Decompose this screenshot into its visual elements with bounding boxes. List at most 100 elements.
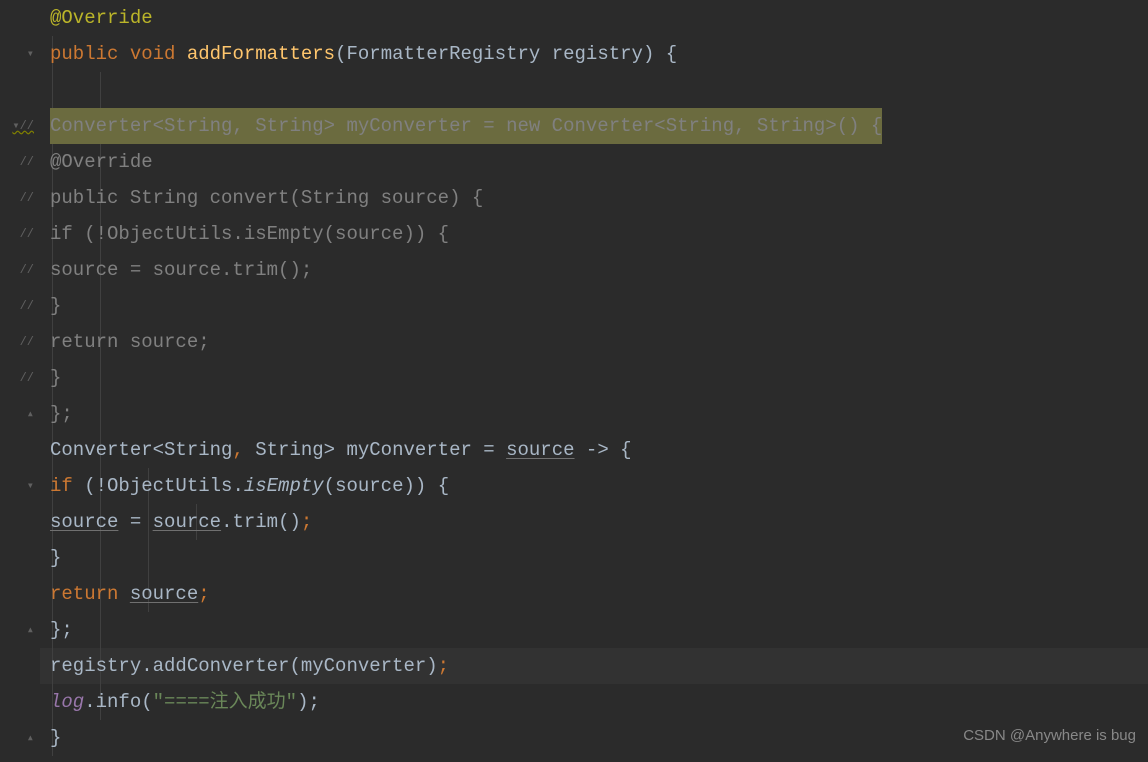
commented-code: @Override	[50, 144, 153, 180]
paren-close: );	[297, 684, 320, 720]
fold-icon[interactable]: ▴	[27, 612, 34, 648]
gutter-row: //	[0, 324, 34, 360]
brace-close: }	[50, 540, 61, 576]
comment-icon: //	[20, 360, 34, 396]
gutter-row	[0, 504, 34, 540]
keyword-public: public	[50, 36, 118, 72]
commented-code: public String convert(String source) {	[50, 180, 483, 216]
code-line[interactable]: };	[50, 396, 1148, 432]
code-line[interactable]: return source;	[50, 324, 1148, 360]
watermark: CSDN @Anywhere is bug	[963, 718, 1136, 754]
code-line[interactable]: public String convert(String source) {	[50, 180, 1148, 216]
condition-end: (source)) {	[324, 468, 449, 504]
code-line[interactable]: }	[50, 288, 1148, 324]
code-line[interactable]	[50, 72, 1148, 108]
gutter-row: //	[0, 360, 34, 396]
lambda-close: };	[50, 612, 73, 648]
comma: ,	[232, 432, 243, 468]
brace: {	[654, 36, 677, 72]
code-editor[interactable]: ▾ ▾// // // // // // // // ▴ ▾ ▴ ▴ @Over…	[0, 0, 1148, 762]
commented-code: }	[50, 288, 61, 324]
condition: (!ObjectUtils.	[73, 468, 244, 504]
gutter-row[interactable]: ▴	[0, 396, 34, 432]
fold-icon[interactable]: ▾	[27, 36, 34, 72]
keyword-void: void	[130, 36, 176, 72]
static-method: isEmpty	[244, 468, 324, 504]
code-line[interactable]: };	[50, 612, 1148, 648]
method-call: .trim()	[221, 504, 301, 540]
gutter-row: //	[0, 252, 34, 288]
code-line[interactable]: @Override	[50, 0, 1148, 36]
field-ref: log	[50, 684, 84, 720]
space	[118, 576, 129, 612]
paren: (	[335, 36, 346, 72]
commented-code: return source;	[50, 324, 210, 360]
string-literal: "====注入成功"	[153, 684, 297, 720]
commented-code: }	[50, 360, 61, 396]
variable-assign: source	[50, 504, 118, 540]
method-close: }	[50, 720, 61, 756]
gutter-row	[0, 72, 34, 108]
paren: )	[643, 36, 654, 72]
code-line[interactable]: Converter<String, String> myConverter = …	[50, 432, 1148, 468]
code-line[interactable]: if (!ObjectUtils.isEmpty(source)) {	[50, 216, 1148, 252]
gutter: ▾ ▾// // // // // // // // ▴ ▾ ▴ ▴	[0, 0, 40, 762]
code-line[interactable]: Converter<String, String> myConverter = …	[50, 108, 1148, 144]
gutter-row	[0, 0, 34, 36]
code-line[interactable]: if (!ObjectUtils.isEmpty(source)) {	[50, 468, 1148, 504]
gutter-row: //	[0, 180, 34, 216]
method-invocation: registry.addConverter(myConverter)	[50, 648, 438, 684]
code-line[interactable]: log.info("====注入成功");	[50, 684, 1148, 720]
gutter-row: //	[0, 144, 34, 180]
parameter-name: registry	[540, 36, 643, 72]
annotation: @Override	[50, 0, 153, 36]
type-declaration: Converter<String	[50, 432, 232, 468]
fold-icon[interactable]: ▴	[27, 720, 34, 756]
lambda-arrow: -> {	[575, 432, 632, 468]
gutter-row[interactable]: ▴	[0, 720, 34, 756]
comment-icon: //	[20, 180, 34, 216]
comment-icon: //	[20, 144, 34, 180]
gutter-row	[0, 540, 34, 576]
gutter-row[interactable]: ▾//	[0, 108, 34, 144]
semicolon: ;	[198, 576, 209, 612]
code-line[interactable]: }	[50, 540, 1148, 576]
commented-code-highlighted: Converter<String, String> myConverter = …	[50, 108, 882, 144]
return-value: source	[130, 576, 198, 612]
parameter-type: FormatterRegistry	[346, 36, 540, 72]
equals: =	[118, 504, 152, 540]
commented-code: };	[50, 396, 73, 432]
comment-icon: //	[20, 288, 34, 324]
gutter-row	[0, 684, 34, 720]
gutter-row	[0, 432, 34, 468]
variable-ref: source	[153, 504, 221, 540]
variable-declaration: String> myConverter =	[244, 432, 506, 468]
gutter-row[interactable]: ▾	[0, 468, 34, 504]
code-line[interactable]: }	[50, 360, 1148, 396]
commented-code: if (!ObjectUtils.isEmpty(source)) {	[50, 216, 449, 252]
semicolon: ;	[301, 504, 312, 540]
commented-code: source = source.trim();	[50, 252, 312, 288]
comment-icon: //	[20, 324, 34, 360]
code-line[interactable]: return source;	[50, 576, 1148, 612]
fold-icon[interactable]: ▴	[27, 396, 34, 432]
code-line[interactable]: registry.addConverter(myConverter);	[50, 648, 1148, 684]
code-line[interactable]: source = source.trim();	[50, 504, 1148, 540]
code-line[interactable]: public void addFormatters(FormatterRegis…	[50, 36, 1148, 72]
method-name: addFormatters	[187, 36, 335, 72]
lambda-param: source	[506, 432, 574, 468]
comment-icon: //	[20, 216, 34, 252]
gutter-row[interactable]: ▴	[0, 612, 34, 648]
comment-icon: //	[20, 252, 34, 288]
gutter-row: //	[0, 288, 34, 324]
fold-icon[interactable]: ▾//	[12, 108, 34, 144]
gutter-row[interactable]: ▾	[0, 36, 34, 72]
code-area[interactable]: @Override public void addFormatters(Form…	[40, 0, 1148, 762]
method-call: .info(	[84, 684, 152, 720]
code-line[interactable]: @Override	[50, 144, 1148, 180]
code-line[interactable]: source = source.trim();	[50, 252, 1148, 288]
gutter-row	[0, 576, 34, 612]
keyword-return: return	[50, 576, 118, 612]
semicolon: ;	[438, 648, 449, 684]
fold-icon[interactable]: ▾	[27, 468, 34, 504]
